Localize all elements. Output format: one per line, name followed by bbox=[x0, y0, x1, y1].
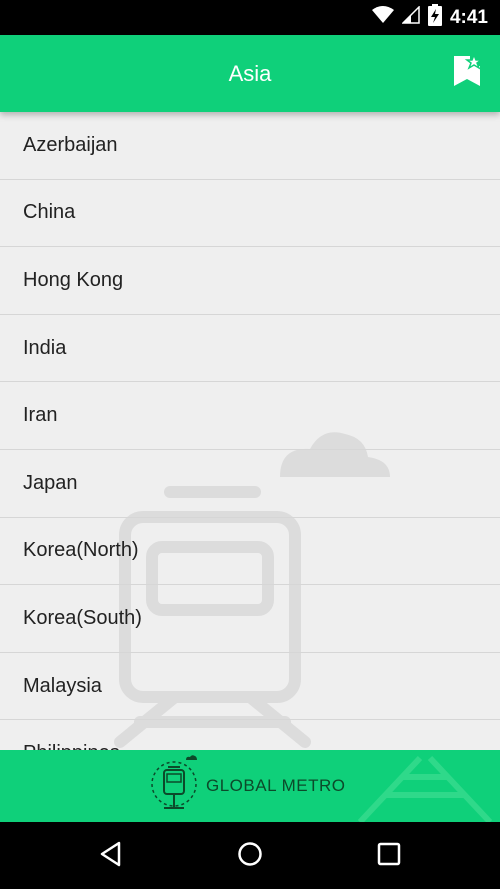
home-icon bbox=[237, 841, 263, 872]
rails-decoration-icon bbox=[357, 755, 493, 822]
status-bar: 4:41 bbox=[0, 0, 500, 35]
list-item[interactable]: China bbox=[0, 180, 500, 248]
recents-button[interactable] bbox=[369, 836, 409, 876]
favorites-button[interactable] bbox=[450, 52, 484, 93]
list-item[interactable]: Korea(South) bbox=[0, 585, 500, 653]
list-item[interactable]: Iran bbox=[0, 382, 500, 450]
app-bar: Asia bbox=[0, 35, 500, 112]
navigation-bar bbox=[0, 822, 500, 889]
battery-charging-icon bbox=[427, 4, 442, 31]
cellular-signal-icon bbox=[401, 5, 420, 29]
back-button[interactable] bbox=[91, 836, 131, 876]
country-list: Azerbaijan China Hong Kong India Iran Ja… bbox=[0, 112, 500, 750]
recents-icon bbox=[377, 842, 401, 871]
list-item[interactable]: India bbox=[0, 315, 500, 383]
list-item[interactable]: Malaysia bbox=[0, 653, 500, 721]
status-icons: 4:41 bbox=[371, 0, 488, 35]
status-time: 4:41 bbox=[449, 6, 488, 28]
banner-label: GLOBAL METRO bbox=[206, 776, 346, 795]
home-button[interactable] bbox=[230, 836, 270, 876]
back-icon bbox=[98, 841, 124, 872]
list-item[interactable]: Hong Kong bbox=[0, 247, 500, 315]
page-title: Asia bbox=[228, 61, 272, 86]
wifi-icon bbox=[371, 6, 394, 29]
global-metro-banner[interactable]: GLOBAL METRO bbox=[0, 750, 500, 822]
metro-train-icon bbox=[150, 754, 198, 819]
list-item[interactable]: Korea(North) bbox=[0, 518, 500, 586]
list-item[interactable]: Philippines bbox=[0, 720, 500, 750]
list-item[interactable]: Azerbaijan bbox=[0, 112, 500, 180]
banner-content: GLOBAL METRO bbox=[150, 754, 346, 819]
list-item[interactable]: Japan bbox=[0, 450, 500, 518]
country-list-container[interactable]: Azerbaijan China Hong Kong India Iran Ja… bbox=[0, 112, 500, 750]
bookmark-star-icon bbox=[452, 52, 484, 93]
